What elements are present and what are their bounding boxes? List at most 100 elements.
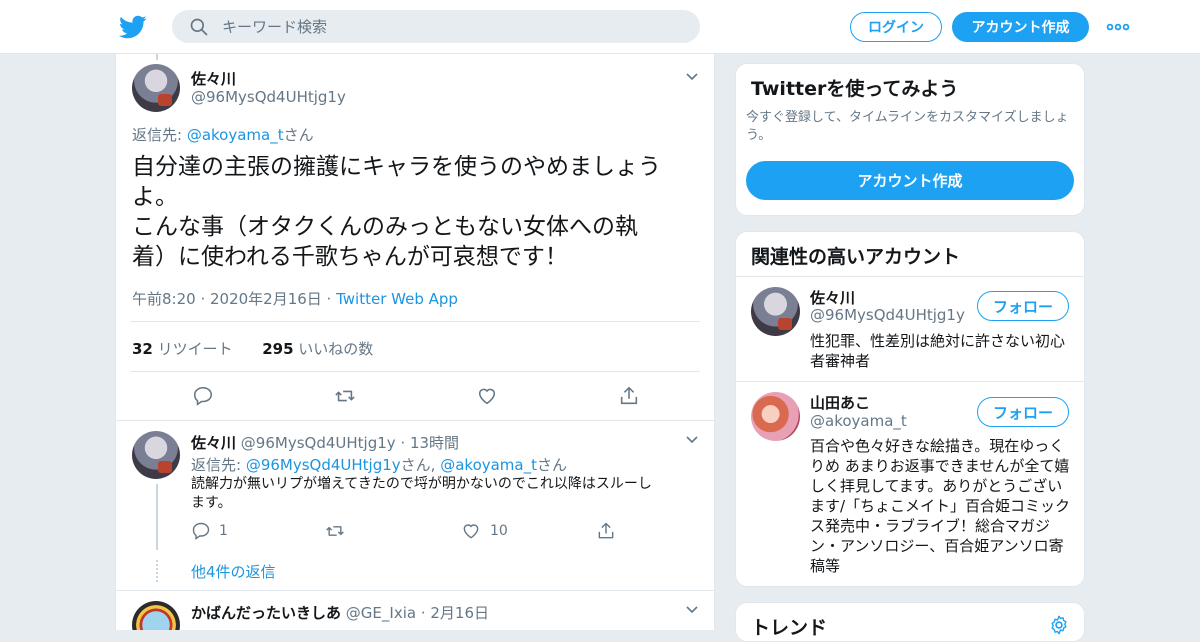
reply-time[interactable]: · 13時間 bbox=[396, 434, 459, 452]
signup-card-button[interactable]: アカウント作成 bbox=[746, 161, 1074, 200]
tweet-text-line: よ。 bbox=[132, 184, 178, 210]
account-handle[interactable]: @96MysQd4UHtjg1y bbox=[810, 306, 965, 324]
reply-header: かばんだったいきしあ @GE_Ixia · 2月16日 bbox=[191, 602, 489, 623]
reply-icon[interactable] bbox=[191, 521, 211, 541]
reply-context: 返信先: @96MysQd4UHtjg1yさん, @akoyama_tさん bbox=[191, 454, 567, 475]
chevron-down-icon[interactable] bbox=[684, 431, 700, 447]
divider bbox=[116, 590, 714, 591]
account-bio-line: りめ あまりお返事できませんが全て嬉 bbox=[810, 457, 1070, 475]
trends-title: トレンド bbox=[751, 617, 828, 639]
reply-author-avatar[interactable] bbox=[132, 601, 180, 630]
related-accounts-card: 関連性の高いアカウント 佐々川 @96MysQd4UHtjg1y フォロー 性犯… bbox=[735, 231, 1085, 587]
account-handle[interactable]: @akoyama_t bbox=[810, 412, 907, 430]
related-accounts-title: 関連性の高いアカウント bbox=[751, 246, 961, 268]
tweet-text-line: こんな事（オタクくんのみっともない女体への執 bbox=[132, 214, 638, 240]
reply-text-line: ます。 bbox=[191, 495, 232, 511]
tweet-text: 自分達の主張の擁護にキャラを使うのやめましょう よ。 こんな事（オタクくんのみっ… bbox=[132, 152, 692, 272]
divider bbox=[130, 321, 700, 322]
account-bio: 百合や色々好きな絵描き。現在ゆっく りめ あまりお返事できませんが全て嬉 しく拝… bbox=[810, 436, 1080, 576]
tweet-text-line: 自分達の主張の擁護にキャラを使うのやめましょう bbox=[132, 154, 661, 180]
account-bio: 性犯罪、性差別は絶対に許さない初心 者審神者 bbox=[810, 331, 1080, 371]
follow-button[interactable]: フォロー bbox=[977, 291, 1069, 321]
signup-card: Twitterを使ってみよう 今すぐ登録して、タイムラインをカスタマイズしましょ… bbox=[735, 63, 1085, 216]
share-icon[interactable] bbox=[596, 521, 616, 541]
reply-mid: さん, bbox=[400, 456, 441, 474]
reply-text-line: 読解力が無いリプが増えてきたので埒が明かないのでこれ以降はスルーし bbox=[191, 476, 652, 492]
reply-time[interactable]: · 2月16日 bbox=[416, 604, 489, 622]
account-name[interactable]: 佐々川 bbox=[810, 287, 855, 308]
tweet-text-line: 着）に使われる千歌ちゃんが可哀想です！ bbox=[132, 244, 568, 270]
settings-gear-icon[interactable] bbox=[1048, 614, 1070, 636]
signup-card-title: Twitterを使ってみよう bbox=[751, 78, 959, 100]
retweet-icon[interactable] bbox=[334, 385, 356, 407]
signup-card-desc-line: う。 bbox=[746, 128, 772, 143]
tweet-author-name[interactable]: 佐々川 bbox=[191, 68, 236, 89]
like-icon[interactable] bbox=[461, 521, 481, 541]
reply-author-avatar[interactable] bbox=[132, 431, 180, 479]
trends-card: トレンド bbox=[735, 602, 1085, 642]
reply-mention-link[interactable]: @akoyama_t bbox=[440, 456, 537, 474]
account-bio-line: 性犯罪、性差別は絶対に許さない初心 bbox=[810, 332, 1066, 350]
like-stat[interactable]: 295 いいねの数 bbox=[262, 340, 373, 358]
divider bbox=[736, 381, 1084, 382]
main-timeline: 佐々川 @96MysQd4UHtjg1y 返信先: @akoyama_tさん 自… bbox=[115, 54, 715, 630]
login-button[interactable]: ログイン bbox=[850, 12, 942, 42]
reply-author-handle[interactable]: @96MysQd4UHtjg1y bbox=[241, 434, 396, 452]
retweet-count: 32 bbox=[132, 340, 153, 358]
divider bbox=[736, 276, 1084, 277]
tweet-meta: 午前8:20 · 2020年2月16日 · Twitter Web App bbox=[132, 288, 458, 309]
reply-context: 返信先: @akoyama_tさん bbox=[132, 124, 314, 145]
reply-author-name[interactable]: かばんだったいきしあ bbox=[191, 604, 341, 622]
tweet-source-link[interactable]: Twitter Web App bbox=[336, 290, 458, 308]
like-label: いいねの数 bbox=[293, 340, 374, 358]
retweet-stat[interactable]: 32 リツイート bbox=[132, 340, 233, 358]
thread-line bbox=[156, 54, 158, 60]
like-count: 10 bbox=[490, 523, 508, 539]
account-avatar[interactable] bbox=[751, 287, 800, 336]
account-bio-line: 百合や色々好きな絵描き。現在ゆっく bbox=[810, 437, 1065, 455]
tweet-author-handle[interactable]: @96MysQd4UHtjg1y bbox=[191, 88, 346, 106]
reply-author-name[interactable]: 佐々川 bbox=[191, 434, 236, 452]
account-bio-line: ン・アンソロジー、百合姫アンソロ寄 bbox=[810, 537, 1064, 555]
signup-button[interactable]: アカウント作成 bbox=[952, 12, 1089, 42]
chevron-down-icon[interactable] bbox=[684, 601, 700, 617]
tweet-author-avatar[interactable] bbox=[132, 64, 180, 112]
reply-icon[interactable] bbox=[192, 385, 214, 407]
twitter-logo-icon[interactable] bbox=[119, 13, 147, 41]
divider bbox=[130, 371, 700, 372]
reply-mention-link[interactable]: @96MysQd4UHtjg1y bbox=[246, 456, 401, 474]
account-bio-line: しく拝見してます。ありがとうござい bbox=[810, 477, 1063, 495]
reply-suffix: さん bbox=[283, 126, 314, 144]
search-icon bbox=[190, 18, 208, 36]
top-bar: ログイン アカウント作成 bbox=[0, 0, 1200, 54]
more-icon[interactable] bbox=[1106, 17, 1130, 37]
reply-prefix: 返信先: bbox=[132, 126, 187, 144]
search-input[interactable] bbox=[222, 10, 682, 43]
account-bio-line: 稿等 bbox=[810, 557, 841, 575]
signup-card-desc-line: 今すぐ登録して、タイムラインをカスタマイズしましょ bbox=[746, 110, 1069, 125]
signup-card-desc: 今すぐ登録して、タイムラインをカスタマイズしましょ う。 bbox=[746, 109, 1081, 145]
search-box[interactable] bbox=[172, 10, 700, 43]
share-icon[interactable] bbox=[618, 385, 640, 407]
follow-button[interactable]: フォロー bbox=[977, 397, 1069, 427]
reply-text: 読解力が無いリプが増えてきたので埒が明かないのでこれ以降はスルーし ます。 bbox=[191, 475, 701, 513]
like-count: 295 bbox=[262, 340, 294, 358]
like-icon[interactable] bbox=[476, 385, 498, 407]
chevron-down-icon[interactable] bbox=[684, 68, 700, 84]
tweet-timestamp[interactable]: 午前8:20 · 2020年2月16日 · bbox=[132, 290, 336, 308]
reply-prefix: 返信先: bbox=[191, 456, 246, 474]
account-avatar[interactable] bbox=[751, 392, 800, 441]
reply-count: 1 bbox=[219, 523, 228, 539]
account-name[interactable]: 山田あこ bbox=[810, 392, 870, 413]
reply-author-handle[interactable]: @GE_Ixia bbox=[346, 604, 416, 622]
tweet-stats: 32 リツイート 295 いいねの数 bbox=[132, 338, 373, 359]
reply-header: 佐々川 @96MysQd4UHtjg1y · 13時間 bbox=[191, 432, 459, 453]
reply-mention-link[interactable]: @akoyama_t bbox=[187, 126, 284, 144]
account-bio-line: ます/「ちょこメイト」百合姫コミック bbox=[810, 497, 1071, 515]
account-bio-line: ス発売中・ラブライブ！総合マガジ bbox=[810, 517, 1051, 535]
more-replies-link[interactable]: 他4件の返信 bbox=[191, 561, 276, 582]
thread-line bbox=[156, 484, 158, 550]
thread-dots bbox=[156, 560, 158, 582]
retweet-icon[interactable] bbox=[325, 521, 345, 541]
retweet-label: リツイート bbox=[152, 340, 233, 358]
